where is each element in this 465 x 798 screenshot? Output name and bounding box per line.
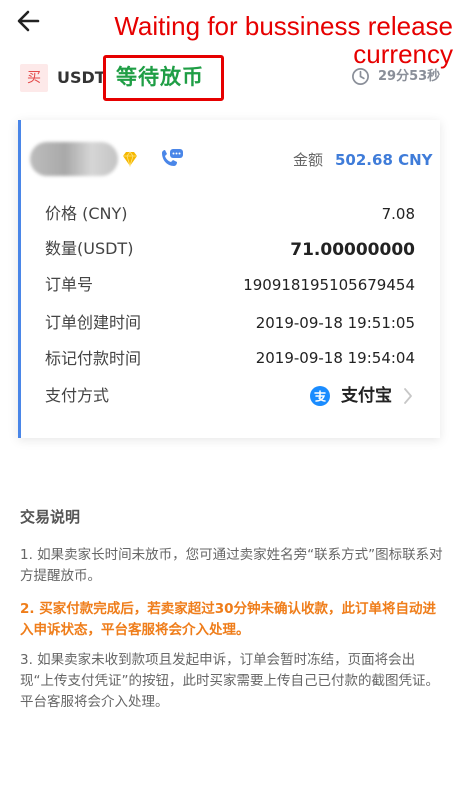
alipay-icon	[310, 386, 330, 406]
diamond-icon	[123, 151, 137, 167]
order-number-value: 190918195105679454	[243, 276, 415, 294]
clock-icon	[352, 68, 369, 85]
payment-method-label: 支付方式	[45, 386, 110, 405]
buy-badge: 买	[20, 64, 48, 92]
created-time-label: 订单创建时间	[45, 313, 142, 332]
price-value: 7.08	[381, 205, 415, 223]
trade-note-3: 3. 如果卖家未收到款项且发起申诉，订单会暂时冻结，页面将会出现“上传支付凭证”…	[20, 652, 439, 710]
quantity-value: 71.00000000	[290, 240, 415, 260]
price-label: 价格 (CNY)	[45, 204, 128, 223]
annotation-line-1: Waiting for bussiness release	[114, 11, 453, 41]
order-number-label: 订单号	[45, 275, 94, 294]
back-arrow-icon[interactable]	[14, 6, 44, 36]
amount-value: 502.68 CNY	[335, 151, 433, 169]
payment-marked-time-value: 2019-09-18 19:54:04	[255, 349, 415, 367]
payment-method-value[interactable]: 支付宝	[341, 385, 392, 407]
trade-notes-title: 交易说明	[20, 508, 81, 526]
payment-marked-time-label: 标记付款时间	[45, 349, 142, 368]
trade-note-2: 2. 买家付款完成后，若卖家超过30分钟未确认收款，此订单将自动进入申诉状态，平…	[20, 601, 437, 638]
order-status: 等待放币	[116, 65, 204, 89]
amount-label: 金额	[293, 151, 324, 169]
countdown-timer: 29分53秒	[378, 69, 441, 84]
created-time-value: 2019-09-18 19:51:05	[255, 314, 415, 332]
seller-name-blurred	[30, 142, 118, 176]
coin-label: USDT	[57, 68, 106, 87]
trade-note-1: 1. 如果卖家长时间未放币，您可通过卖家姓名旁“联系方式”图标联系对方提醒放币。	[20, 547, 443, 584]
chevron-right-icon[interactable]	[403, 387, 413, 405]
quantity-label: 数量(USDT)	[45, 239, 134, 258]
contact-seller-icon[interactable]	[158, 147, 184, 171]
